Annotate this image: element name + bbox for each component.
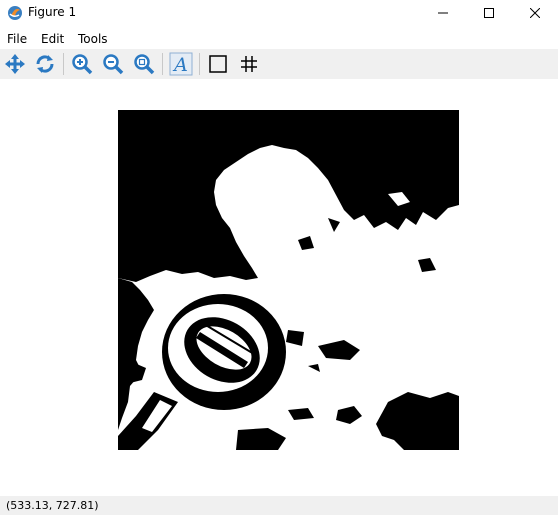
grid-button[interactable]	[236, 51, 262, 77]
zoom-out-icon	[103, 54, 124, 75]
cursor-coordinates: (533.13, 727.81)	[6, 499, 99, 512]
status-bar: (533.13, 727.81)	[0, 496, 558, 515]
reset-view-button[interactable]	[32, 51, 58, 77]
grid-icon	[241, 56, 257, 72]
app-icon	[8, 6, 22, 20]
zoom-out-button[interactable]	[100, 51, 126, 77]
close-button[interactable]	[512, 0, 558, 26]
text-tool-glyph: A	[172, 54, 188, 76]
rectangle-icon	[209, 55, 227, 73]
binary-image	[118, 110, 459, 450]
pan-icon	[5, 54, 25, 74]
menu-tools[interactable]: Tools	[78, 32, 108, 46]
reset-view-icon	[36, 55, 54, 73]
rectangle-button[interactable]	[205, 51, 231, 77]
menu-bar: File Edit Tools	[0, 29, 558, 49]
toolbar: A	[0, 49, 558, 79]
text-tool-button[interactable]: A	[168, 51, 194, 77]
zoom-in-icon	[72, 54, 93, 75]
maximize-icon	[484, 8, 494, 18]
menu-file[interactable]: File	[7, 32, 27, 46]
pan-button[interactable]	[2, 51, 28, 77]
zoom-rect-button[interactable]	[131, 51, 157, 77]
title-bar: Figure 1	[0, 0, 558, 26]
text-tool-icon: A	[169, 52, 193, 76]
zoom-rect-icon	[134, 54, 155, 75]
minimize-button[interactable]	[420, 0, 466, 26]
minimize-icon	[438, 12, 448, 14]
close-icon	[530, 8, 540, 18]
zoom-in-button[interactable]	[69, 51, 95, 77]
toolbar-separator	[199, 53, 200, 75]
maximize-button[interactable]	[466, 0, 512, 26]
figure-canvas[interactable]	[0, 79, 558, 496]
toolbar-separator	[63, 53, 64, 75]
menu-edit[interactable]: Edit	[41, 32, 64, 46]
toolbar-separator	[162, 53, 163, 75]
window-title: Figure 1	[28, 5, 77, 19]
